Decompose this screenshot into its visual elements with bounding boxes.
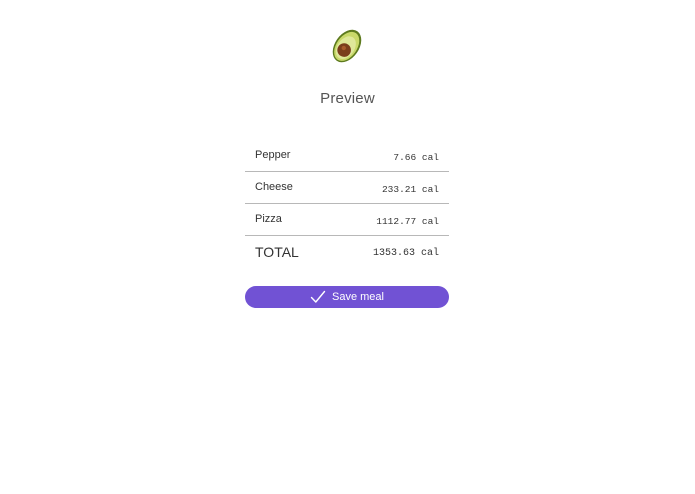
list-item: Pepper 7.66 cal	[245, 141, 449, 172]
list-item: Cheese 233.21 cal	[245, 173, 449, 204]
item-name: Pepper	[255, 149, 291, 161]
item-calories: 1112.77 cal	[376, 215, 439, 227]
avocado-icon	[327, 26, 367, 66]
item-name: Pizza	[255, 213, 282, 225]
page-title: Preview	[320, 90, 375, 107]
total-row: TOTAL 1353.63 cal	[245, 237, 449, 273]
item-name: Cheese	[255, 181, 293, 193]
meal-items-list: Pepper 7.66 cal Cheese 233.21 cal Pizza …	[245, 141, 449, 273]
save-meal-button[interactable]: Save meal	[245, 286, 449, 308]
save-meal-label: Save meal	[332, 291, 384, 303]
list-item: Pizza 1112.77 cal	[245, 205, 449, 236]
total-calories: 1353.63 cal	[372, 247, 439, 259]
total-label: TOTAL	[255, 244, 299, 260]
item-calories: 233.21 cal	[381, 183, 439, 195]
checkmark-icon	[310, 290, 326, 304]
item-calories: 7.66 cal	[393, 151, 439, 163]
